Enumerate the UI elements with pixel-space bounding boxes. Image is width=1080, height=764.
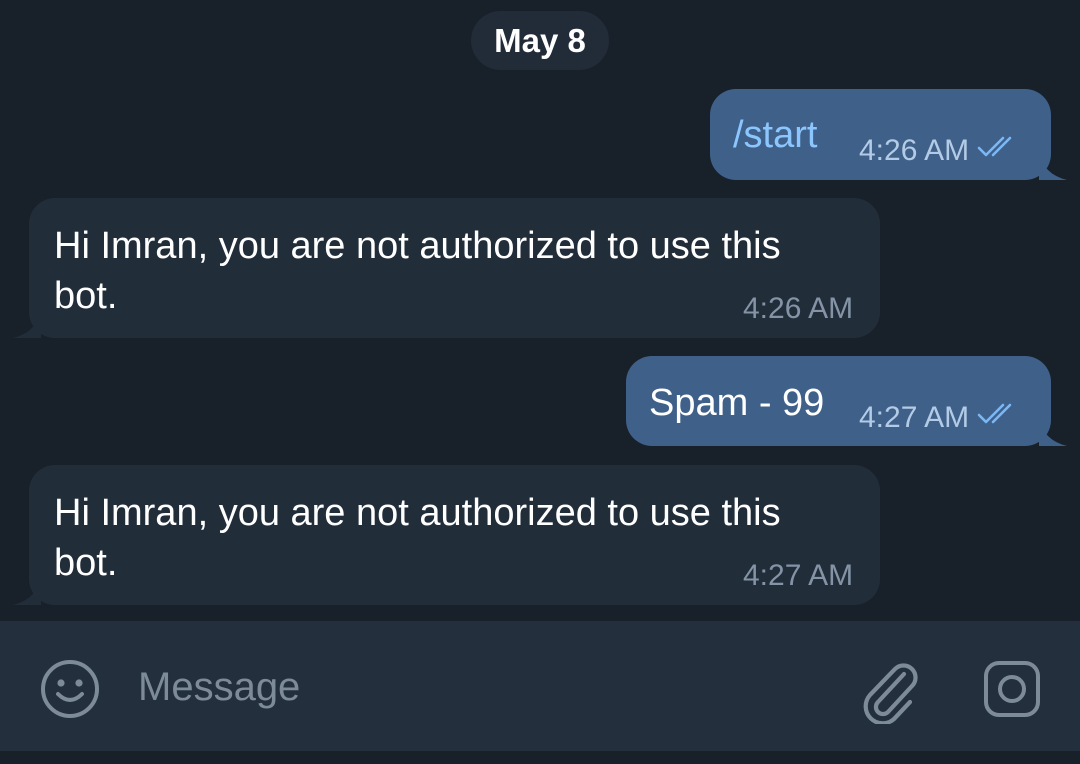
double-check-icon	[977, 401, 1021, 435]
message-text-line[interactable]: Hi Imran, you are not authorized to use …	[54, 222, 781, 270]
outgoing-message[interactable]: Spam - 99 4:27 AM	[626, 356, 1067, 446]
message-composer	[0, 621, 1080, 751]
message-meta: 4:27 AM	[859, 401, 1021, 435]
outgoing-message[interactable]: /start 4:26 AM	[710, 89, 1067, 180]
message-meta: 4:26 AM	[743, 292, 853, 326]
camera-icon[interactable]	[980, 657, 1044, 721]
message-text-line[interactable]: bot.	[54, 272, 117, 320]
chat-screen: May 8 /start 4:26 AM Hi Imran, you are n…	[0, 0, 1080, 764]
bottom-strip	[0, 751, 1080, 764]
paperclip-icon[interactable]	[856, 655, 924, 725]
date-label: May 8	[494, 21, 586, 59]
incoming-message[interactable]: Hi Imran, you are not authorized to use …	[13, 198, 880, 338]
message-time: 4:27 AM	[743, 559, 854, 592]
incoming-message[interactable]: Hi Imran, you are not authorized to use …	[13, 465, 880, 605]
smiley-icon[interactable]	[38, 657, 102, 721]
message-text-line[interactable]: Hi Imran, you are not authorized to use …	[54, 489, 781, 537]
message-meta: 4:26 AM	[859, 134, 1021, 168]
bubble-tail	[1039, 418, 1067, 446]
message-text[interactable]: /start	[733, 111, 817, 159]
message-time: 4:27 AM	[859, 401, 970, 434]
bubble-tail	[13, 310, 41, 338]
bubble-tail	[13, 577, 41, 605]
double-check-icon	[977, 134, 1021, 168]
bubble-tail	[1039, 152, 1067, 180]
message-input[interactable]	[138, 661, 828, 713]
date-separator: May 8	[471, 11, 609, 70]
message-meta: 4:27 AM	[743, 559, 853, 593]
message-time: 4:26 AM	[743, 292, 854, 325]
message-time: 4:26 AM	[859, 134, 970, 167]
message-text-line[interactable]: bot.	[54, 539, 117, 587]
message-text[interactable]: Spam - 99	[649, 379, 824, 427]
